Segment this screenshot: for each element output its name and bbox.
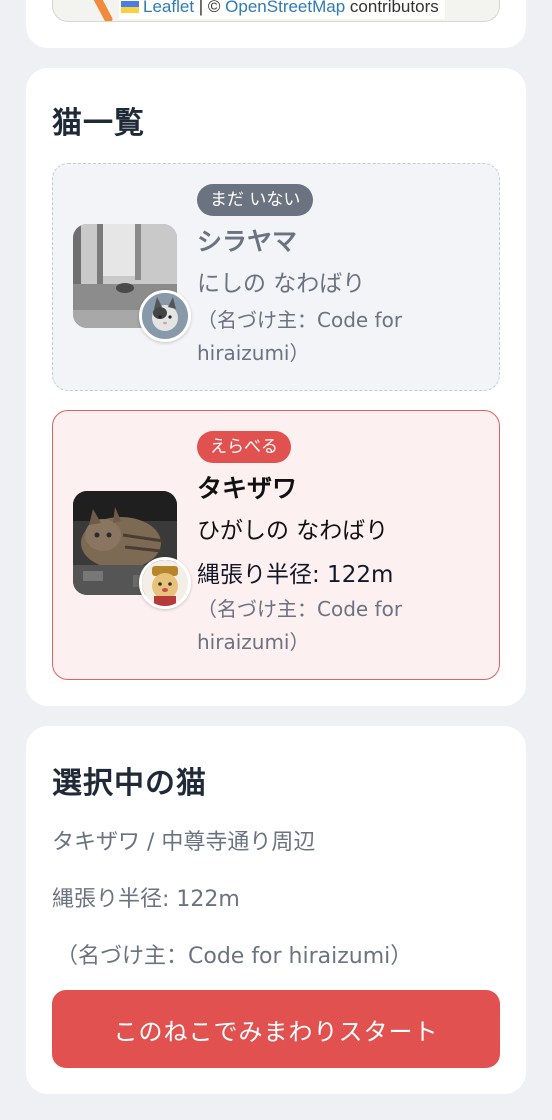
map-road xyxy=(92,0,114,21)
status-badge: えらべる xyxy=(197,431,291,463)
selected-cat-radius: 縄張り半径: 122m xyxy=(52,887,240,912)
namer-avatar-shirayama xyxy=(139,290,191,342)
cat-territory-radius: 縄張り半径: 122m xyxy=(197,562,394,588)
namer-avatar-takizawa xyxy=(139,557,191,609)
selected-cat-title: 選択中の猫 xyxy=(52,766,207,801)
selected-cat-card: 選択中の猫 タキザワ / 中尊寺通り周辺 縄張り半径: 122m （名づけ主：C… xyxy=(26,726,526,1094)
page: Leaflet | © OpenStreetMap contributors 猫… xyxy=(0,0,552,1120)
cat-name: シラヤマ xyxy=(197,227,298,256)
cat-name: タキザワ xyxy=(197,474,298,503)
attribution-separator: | © xyxy=(194,0,226,16)
cat-territory: ひがしの なわばり xyxy=(197,518,389,544)
cat-list-item-shirayama[interactable]: まだ いない シラヤマ にしの なわばり （名づけ主：Code for hira… xyxy=(52,163,500,391)
cat-list-card: 猫一覧 まだ いない シラヤマ にしの なわばり （名づけ主：Code for … xyxy=(26,68,526,706)
map-card: Leaflet | © OpenStreetMap contributors xyxy=(26,0,526,48)
map-attribution: Leaflet | © OpenStreetMap contributors xyxy=(119,0,445,19)
selected-cat-location: タキザワ / 中尊寺通り周辺 xyxy=(52,830,316,855)
selected-cat-namer: （名づけ主：Code for hiraizumi） xyxy=(56,944,413,969)
cat-namer: （名づけ主：Code for hiraizumi） xyxy=(197,308,403,365)
start-patrol-button[interactable]: このねこでみまわりスタート xyxy=(52,990,500,1068)
leaflet-link[interactable]: Leaflet xyxy=(143,0,194,16)
cat-namer: （名づけ主：Code for hiraizumi） xyxy=(197,597,403,654)
openstreetmap-link[interactable]: OpenStreetMap xyxy=(225,0,345,16)
map-view[interactable]: Leaflet | © OpenStreetMap contributors xyxy=(52,0,500,22)
status-badge: まだ いない xyxy=(197,184,314,216)
attribution-suffix: contributors xyxy=(345,0,439,16)
ukraine-flag-icon xyxy=(121,1,139,13)
cat-list-item-takizawa[interactable]: えらべる タキザワ ひがしの なわばり 縄張り半径: 122m （名づけ主：Co… xyxy=(52,410,500,680)
cat-list-title: 猫一覧 xyxy=(52,106,145,141)
cat-territory: にしの なわばり xyxy=(197,271,366,297)
